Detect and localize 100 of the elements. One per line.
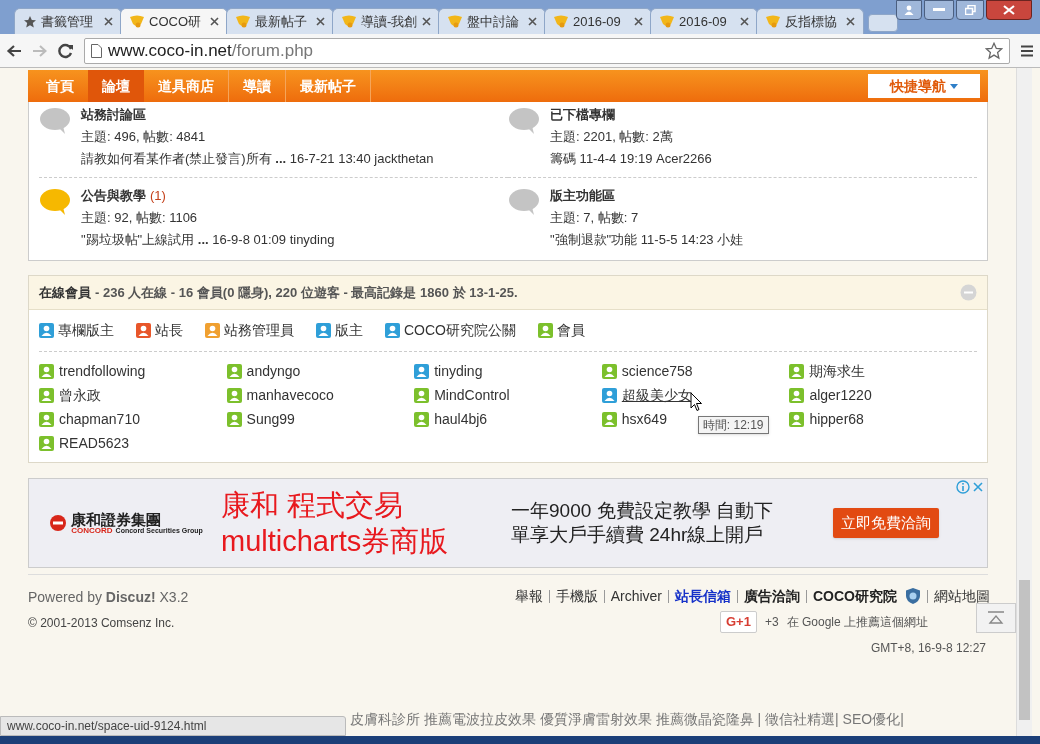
close-icon[interactable] xyxy=(104,17,113,26)
address-bar[interactable]: www.coco-in.net/forum.php xyxy=(84,37,1010,64)
close-icon[interactable] xyxy=(210,17,219,26)
legend-label: 版主 xyxy=(335,321,363,340)
close-icon[interactable] xyxy=(846,17,855,26)
browser-tab[interactable]: 書籤管理 xyxy=(14,8,122,34)
browser-tab[interactable]: 最新帖子 xyxy=(226,8,334,34)
google-plus-button[interactable]: G+1 xyxy=(720,611,757,633)
browser-tab[interactable]: COCO研 xyxy=(120,8,228,34)
last-post-link[interactable]: "踢垃圾帖"上線試用 ... 16-9-8 01:09 tinyding xyxy=(81,230,335,249)
last-post-link[interactable]: 籌碼 11-4-4 19:19 Acer2266 xyxy=(550,149,712,168)
reload-icon[interactable] xyxy=(58,42,74,59)
browser-tab[interactable]: 2016-09 xyxy=(650,8,758,34)
shield-icon xyxy=(659,14,675,29)
close-icon[interactable] xyxy=(422,17,431,26)
forum-title-link[interactable]: 公告與教學 xyxy=(81,186,146,205)
forum-title-link[interactable]: 站務討論區 xyxy=(81,105,146,124)
footer-link[interactable]: 手機版 xyxy=(555,587,598,605)
footer-link[interactable]: 站長信箱 xyxy=(675,587,731,605)
shield-icon xyxy=(447,14,463,29)
browser-tab[interactable]: 反指標協 xyxy=(756,8,864,34)
member-link[interactable]: manhavecoco xyxy=(246,386,334,404)
footer-link[interactable]: 舉報 xyxy=(514,587,543,605)
member-link[interactable]: 超級美少女 xyxy=(621,386,692,404)
footer-link[interactable]: COCO研究院 xyxy=(813,587,897,605)
bookmark-star-icon[interactable] xyxy=(985,41,1003,60)
shield-icon xyxy=(235,14,251,29)
member-link[interactable]: alger1220 xyxy=(809,386,872,404)
quick-nav-button[interactable]: 快捷導航 xyxy=(868,74,980,98)
browser-tab[interactable]: 導讀-我創 xyxy=(332,8,440,34)
caret-icon xyxy=(950,83,958,89)
minimize-button[interactable] xyxy=(924,0,954,20)
shield-icon xyxy=(129,14,145,29)
member-link[interactable]: 期海求生 xyxy=(809,362,866,380)
member-link[interactable]: haul4bj6 xyxy=(434,410,488,428)
powered-by-text: Powered by Discuz! X3.2 xyxy=(28,588,189,607)
forum-stats: 主題: 2201, 帖數: 2萬 xyxy=(550,128,674,146)
footer-link[interactable]: Archiver xyxy=(610,587,662,605)
footer-link[interactable]: 網站地圖 xyxy=(934,587,990,605)
legend-label: COCO研究院公關 xyxy=(404,321,516,340)
forum-title-link[interactable]: 版主功能區 xyxy=(550,186,615,205)
new-count: (1) xyxy=(150,187,166,205)
shield-icon xyxy=(765,14,781,29)
last-post-link[interactable]: "強制退款"功能 11-5-5 14:23 小娃 xyxy=(550,230,744,249)
online-summary: - 236 人在線 - 16 會員(0 隱身), 220 位遊客 - 最高記錄是 1860 於 13-1-25. xyxy=(95,283,518,302)
bottom-links-text: 皮膚科診所 推薦電波拉皮效果 優質淨膚雷射效果 推薦微晶瓷隆鼻 | 徵信社精選| SEO優化| xyxy=(350,710,904,729)
brand-name: 康和證券集團 xyxy=(71,511,162,527)
close-icon xyxy=(1003,5,1015,15)
up-arrow-icon xyxy=(987,611,1005,625)
logo-icon xyxy=(49,514,68,532)
back-icon[interactable] xyxy=(6,43,22,58)
forum-stats: 主題: 7, 帖數: 7 xyxy=(550,209,640,227)
ad-cta-button[interactable]: 立即免費洽詢 xyxy=(833,508,939,538)
status-url: www.coco-in.net/space-uid-9124.html xyxy=(0,716,346,736)
member-link[interactable]: hipper68 xyxy=(809,410,864,428)
legend-label: 會員 xyxy=(557,321,585,340)
close-icon[interactable] xyxy=(528,17,537,26)
close-icon[interactable] xyxy=(316,17,325,26)
forum-stats: 主題: 496, 帖數: 4841 xyxy=(81,128,207,146)
google-recommend-text: 在 Google 上推薦這個網址 xyxy=(786,614,928,631)
member-link[interactable]: chapman710 xyxy=(59,410,140,428)
shield-icon xyxy=(341,14,357,29)
browser-tab[interactable]: 盤中討論 xyxy=(438,8,546,34)
star-icon xyxy=(23,14,37,29)
ad-text: 一年9000 免費設定教學 自動下單享大戶手續費 24hr線上開戶 xyxy=(511,499,774,547)
ad-headline: multicharts券商版 xyxy=(221,524,450,559)
ad-headline: 康和 程式交易 xyxy=(221,488,405,523)
close-icon[interactable] xyxy=(634,17,643,26)
member-link[interactable]: science758 xyxy=(621,362,693,380)
scrollbar[interactable] xyxy=(1016,68,1032,736)
page-icon xyxy=(91,43,102,58)
person-icon xyxy=(904,5,914,15)
member-link[interactable]: Sung99 xyxy=(246,410,295,428)
nav-link[interactable]: 論壇 xyxy=(88,70,144,102)
restore-button[interactable] xyxy=(956,0,984,20)
last-post-link[interactable]: 請教如何看某作者(禁止發言)所有 ... 16-7-21 13:40 jackthetan xyxy=(81,149,434,168)
browser-tab[interactable]: 2016-09 xyxy=(544,8,652,34)
member-link[interactable]: tinyding xyxy=(434,362,483,380)
server-time: GMT+8, 16-9-8 12:27 xyxy=(870,640,986,657)
member-link[interactable]: hsx649 xyxy=(621,410,667,428)
member-link[interactable]: 曾永政 xyxy=(59,386,101,404)
section-title: 在線會員 xyxy=(39,283,91,302)
minimize-icon xyxy=(933,8,945,12)
member-link[interactable]: READ5623 xyxy=(59,434,130,452)
info-icon[interactable] xyxy=(956,480,970,494)
legend-label: 站務管理員 xyxy=(224,321,294,340)
forum-stats: 主題: 92, 帖數: 1106 xyxy=(81,209,199,227)
forum-title-link[interactable]: 已下檔專欄 xyxy=(550,105,615,124)
profile-button[interactable] xyxy=(896,0,922,20)
member-link[interactable]: trendfollowing xyxy=(59,362,146,380)
legend-label: 站長 xyxy=(155,321,183,340)
copyright-text: © 2001-2013 Comsenz Inc. xyxy=(28,615,176,632)
close-icon[interactable] xyxy=(740,17,749,26)
restore-icon xyxy=(964,5,976,15)
plus-count: +3 xyxy=(764,614,779,631)
close-window-button[interactable] xyxy=(986,0,1032,20)
footer-link[interactable]: 廣告洽詢 xyxy=(744,587,800,605)
member-link[interactable]: MindControl xyxy=(434,386,510,404)
menu-icon[interactable] xyxy=(1020,43,1034,58)
member-link[interactable]: andyngo xyxy=(246,362,301,380)
